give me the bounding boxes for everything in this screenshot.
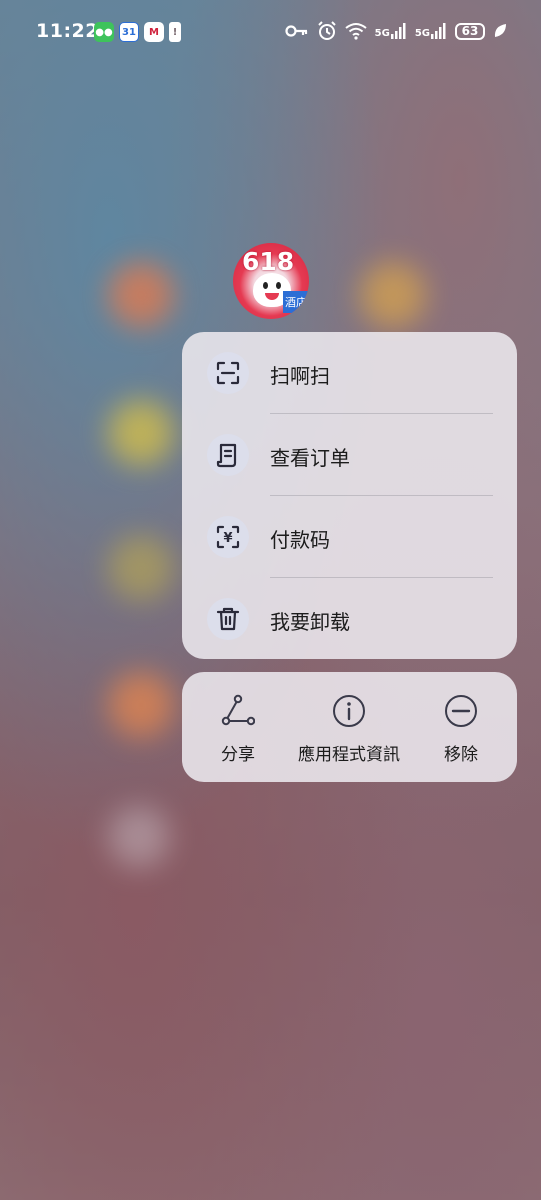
menu-item-payment-code[interactable]: ¥ 付款码 xyxy=(182,496,517,578)
svg-text:¥: ¥ xyxy=(223,531,232,546)
info-icon xyxy=(333,695,365,727)
shortcut-menu: 扫啊扫 查看订单 ¥ 付款码 我要卸载 xyxy=(182,332,517,659)
menu-item-uninstall[interactable]: 我要卸载 xyxy=(182,578,517,660)
signal-icon xyxy=(431,23,446,39)
home-screen-background[interactable]: 11:22 ●● 31 M ! 5G 5G 63 618 酒店 扫啊扫 查看订单… xyxy=(0,0,541,1200)
trash-icon xyxy=(207,598,249,640)
app-actions: 分享 應用程式資訊 移除 xyxy=(182,672,517,782)
blurred-app-icon xyxy=(108,535,174,601)
share-label: 分享 xyxy=(221,745,255,765)
metro-app-icon: M xyxy=(144,22,164,42)
payment-code-icon: ¥ xyxy=(207,516,249,558)
menu-item-label: 付款码 xyxy=(270,528,330,552)
menu-item-orders[interactable]: 查看订单 xyxy=(182,414,517,496)
battery-icon: 63 xyxy=(455,22,485,40)
app-info-label: 應用程式資訊 xyxy=(298,745,400,765)
blurred-app-icon xyxy=(360,262,426,328)
remove-button[interactable]: 移除 xyxy=(423,672,499,782)
remove-label: 移除 xyxy=(444,745,478,765)
cellular-1: 5G xyxy=(375,23,407,39)
leaf-icon xyxy=(494,24,506,37)
menu-item-label: 查看订单 xyxy=(270,446,350,470)
status-time: 11:22 xyxy=(36,20,99,42)
signal-icon xyxy=(390,23,406,39)
alert-icon: ! xyxy=(169,22,181,42)
remove-icon xyxy=(445,695,477,727)
app-icon-jd[interactable]: 618 酒店 xyxy=(233,243,309,319)
app-icon-hotel-badge: 酒店 xyxy=(283,291,309,313)
share-icon xyxy=(221,694,255,726)
app-icon-618-label: 618 xyxy=(242,247,295,276)
scan-icon xyxy=(207,352,249,394)
menu-item-label: 扫啊扫 xyxy=(270,364,330,388)
wifi-icon xyxy=(345,23,367,40)
cellular-2: 5G xyxy=(415,23,447,39)
status-bar: 11:22 ●● 31 M ! 5G 5G 63 xyxy=(0,0,541,64)
order-list-icon xyxy=(207,434,249,476)
notification-icons: ●● 31 M ! xyxy=(94,22,181,42)
share-button[interactable]: 分享 xyxy=(200,672,276,782)
network-type: 5G xyxy=(374,28,390,39)
menu-item-scan[interactable]: 扫啊扫 xyxy=(182,332,517,414)
menu-item-label: 我要卸载 xyxy=(270,610,350,634)
network-type: 5G xyxy=(414,28,430,39)
key-icon xyxy=(285,25,307,37)
alarm-icon xyxy=(317,21,336,40)
app-info-button[interactable]: 應用程式資訊 xyxy=(294,672,404,782)
system-icons: 5G 5G 63 xyxy=(285,21,507,41)
blurred-app-icon xyxy=(108,400,174,466)
blurred-app-icon xyxy=(108,262,174,328)
blurred-app-icon xyxy=(108,806,170,868)
blurred-app-icon xyxy=(108,672,174,738)
wechat-icon: ●● xyxy=(94,22,114,42)
calendar-icon: 31 xyxy=(119,22,139,42)
